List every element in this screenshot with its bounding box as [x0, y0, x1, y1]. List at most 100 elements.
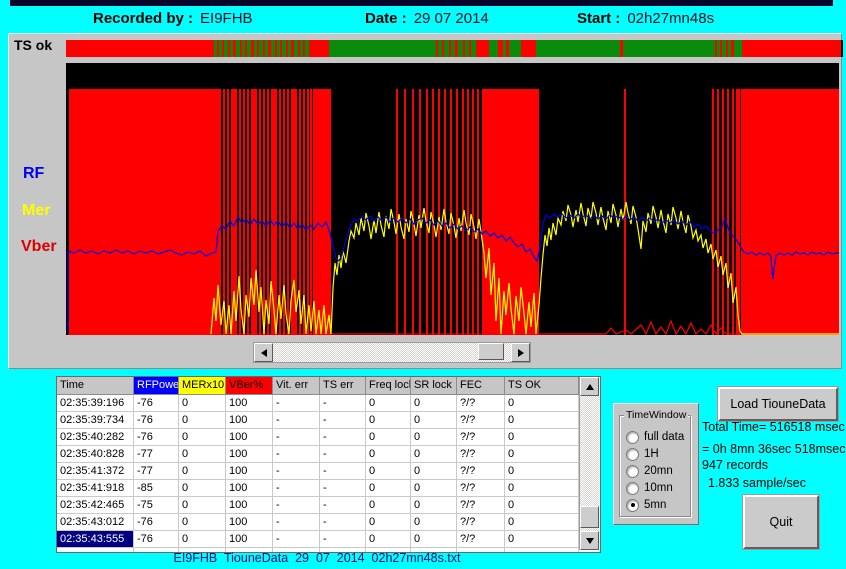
table-cell[interactable]: -: [273, 514, 320, 531]
radio-button-icon[interactable]: [626, 482, 639, 495]
table-cell[interactable]: -75: [134, 497, 179, 514]
table-cell[interactable]: 100: [226, 480, 273, 497]
table-cell[interactable]: -: [320, 446, 366, 463]
table-cell[interactable]: ?/?: [457, 480, 505, 497]
table-cell[interactable]: 02:35:40:282: [57, 429, 134, 446]
table-cell[interactable]: 0: [366, 514, 411, 531]
table-cell[interactable]: 02:35:39:734: [57, 412, 134, 429]
table-cell[interactable]: 0: [411, 412, 457, 429]
table-row[interactable]: 02:35:39:196-760100--00?/?0: [57, 395, 579, 412]
table-cell[interactable]: -76: [134, 412, 179, 429]
table-cell[interactable]: 0: [179, 531, 226, 548]
table-cell[interactable]: -: [320, 480, 366, 497]
table-cell[interactable]: 0: [505, 446, 579, 463]
table-cell[interactable]: -: [320, 514, 366, 531]
table-cell[interactable]: 100: [226, 514, 273, 531]
table-cell[interactable]: 0: [179, 429, 226, 446]
table-cell[interactable]: ?/?: [457, 412, 505, 429]
table-cell[interactable]: 0: [179, 395, 226, 412]
table-cell[interactable]: -76: [134, 429, 179, 446]
table-cell[interactable]: 0: [505, 395, 579, 412]
column-header-fec[interactable]: FEC: [457, 377, 505, 395]
table-cell[interactable]: 0: [366, 497, 411, 514]
table-cell[interactable]: 0: [179, 412, 226, 429]
radio-option-10mn[interactable]: 10mn: [626, 481, 673, 495]
column-header-rfpower[interactable]: RFPower: [134, 377, 179, 395]
table-cell[interactable]: -: [273, 463, 320, 480]
table-cell[interactable]: ?/?: [457, 463, 505, 480]
table-row[interactable]: 02:35:43:555-760100--00?/?0: [57, 531, 579, 548]
table-cell[interactable]: 02:35:43:555: [57, 531, 134, 548]
table-cell[interactable]: -77: [134, 446, 179, 463]
vertical-scroll-thumb[interactable]: [580, 506, 599, 528]
radio-button-icon[interactable]: [626, 448, 639, 461]
table-cell[interactable]: 0: [505, 497, 579, 514]
table-cell[interactable]: 100: [226, 395, 273, 412]
table-cell[interactable]: -: [320, 412, 366, 429]
table-cell[interactable]: 100: [226, 412, 273, 429]
table-cell[interactable]: 0: [179, 480, 226, 497]
table-cell[interactable]: 0: [505, 531, 579, 548]
table-cell[interactable]: 0: [366, 480, 411, 497]
radio-button-icon[interactable]: [626, 499, 639, 512]
table-cell[interactable]: 0: [411, 531, 457, 548]
table-cell[interactable]: 100: [226, 463, 273, 480]
table-cell[interactable]: 100: [226, 497, 273, 514]
table-cell[interactable]: 0: [179, 514, 226, 531]
table-row[interactable]: 02:35:40:282-760100--00?/?0: [57, 429, 579, 446]
table-cell[interactable]: 0: [366, 412, 411, 429]
table-cell[interactable]: -: [320, 429, 366, 446]
table-cell[interactable]: 0: [505, 429, 579, 446]
column-header-merx10[interactable]: MERx10: [179, 377, 226, 395]
table-cell[interactable]: 0: [366, 446, 411, 463]
table-cell[interactable]: -85: [134, 480, 179, 497]
table-cell[interactable]: 0: [411, 429, 457, 446]
table-row[interactable]: 02:35:41:372-770100--00?/?0: [57, 463, 579, 480]
table-cell[interactable]: 02:35:40:828: [57, 446, 134, 463]
table-cell[interactable]: 0: [411, 514, 457, 531]
table-cell[interactable]: 0: [366, 463, 411, 480]
table-cell[interactable]: ?/?: [457, 395, 505, 412]
table-row[interactable]: 02:35:39:734-760100--00?/?0: [57, 412, 579, 429]
table-cell[interactable]: -: [320, 463, 366, 480]
table-cell[interactable]: ?/?: [457, 429, 505, 446]
table-cell[interactable]: -: [320, 395, 366, 412]
table-cell[interactable]: 100: [226, 531, 273, 548]
table-cell[interactable]: ?/?: [457, 497, 505, 514]
table-cell[interactable]: 0: [411, 395, 457, 412]
horizontal-scroll-thumb[interactable]: [478, 343, 504, 360]
column-header-sr-lock[interactable]: SR lock: [411, 377, 457, 395]
table-cell[interactable]: 100: [226, 446, 273, 463]
table-cell[interactable]: 100: [226, 429, 273, 446]
table-cell[interactable]: -: [320, 497, 366, 514]
table-cell[interactable]: 02:35:41:918: [57, 480, 134, 497]
table-cell[interactable]: -77: [134, 463, 179, 480]
table-cell[interactable]: -76: [134, 531, 179, 548]
radio-option-20mn[interactable]: 20mn: [626, 464, 673, 478]
table-cell[interactable]: 0: [179, 446, 226, 463]
table-cell[interactable]: ?/?: [457, 531, 505, 548]
table-row[interactable]: 02:35:43:012-760100--00?/?0: [57, 514, 579, 531]
table-cell[interactable]: 0: [179, 497, 226, 514]
load-tiounedata-button[interactable]: Load TiouneData: [718, 387, 838, 421]
column-header-ts-err[interactable]: TS err: [320, 377, 366, 395]
table-cell[interactable]: -: [273, 531, 320, 548]
table-cell[interactable]: 0: [411, 497, 457, 514]
chart-horizontal-scrollbar[interactable]: [253, 342, 531, 363]
table-cell[interactable]: -: [320, 531, 366, 548]
table-cell[interactable]: -: [273, 480, 320, 497]
table-row[interactable]: 02:35:41:918-850100--00?/?0: [57, 480, 579, 497]
scroll-left-button[interactable]: [254, 343, 273, 362]
table-cell[interactable]: -: [273, 446, 320, 463]
column-header-ts-ok[interactable]: TS OK: [505, 377, 579, 395]
column-header-vit-err[interactable]: Vit. err: [273, 377, 320, 395]
table-cell[interactable]: -: [273, 395, 320, 412]
table-vertical-scrollbar[interactable]: [579, 377, 599, 550]
table-cell[interactable]: 0: [411, 463, 457, 480]
table-cell[interactable]: -: [273, 412, 320, 429]
radio-option-1H[interactable]: 1H: [626, 447, 659, 461]
table-cell[interactable]: 0: [505, 463, 579, 480]
quit-button[interactable]: Quit: [743, 495, 819, 549]
table-cell[interactable]: -: [273, 429, 320, 446]
column-header-vber-[interactable]: VBer%: [226, 377, 273, 395]
